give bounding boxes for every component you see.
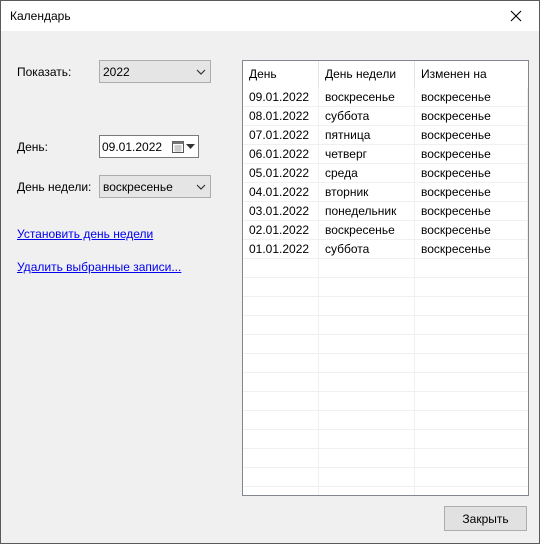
chevron-down-icon — [196, 69, 206, 75]
window-close-button[interactable] — [493, 1, 539, 31]
table-row[interactable]: 02.01.2022 воскресенье воскресенье — [243, 221, 528, 240]
cell-weekday: среда — [319, 164, 415, 183]
grid-line — [243, 448, 528, 449]
cell-day: 06.01.2022 — [243, 145, 319, 164]
cell-changed-to: воскресенье — [415, 221, 528, 240]
calendar-list-view[interactable]: День День недели Изменен на 09.01.2022 в… — [242, 60, 529, 496]
table-row[interactable]: 04.01.2022 вторник воскресенье — [243, 183, 528, 202]
grid-line — [243, 277, 528, 278]
show-label: Показать: — [17, 65, 72, 79]
cell-changed-to: воскресенье — [415, 164, 528, 183]
cell-changed-to: воскресенье — [415, 126, 528, 145]
chevron-down-icon — [196, 184, 206, 190]
list-header: День День недели Изменен на — [243, 61, 528, 88]
cell-changed-to: воскресенье — [415, 240, 528, 259]
cell-changed-to: воскресенье — [415, 183, 528, 202]
show-year-value: 2022 — [103, 65, 130, 79]
table-row[interactable]: 07.01.2022 пятница воскресенье — [243, 126, 528, 145]
grid-line — [243, 372, 528, 373]
cell-day: 09.01.2022 — [243, 88, 319, 107]
close-button[interactable]: Закрыть — [444, 506, 527, 531]
grid-line — [243, 296, 528, 297]
cell-day: 02.01.2022 — [243, 221, 319, 240]
table-row[interactable]: 06.01.2022 четверг воскресенье — [243, 145, 528, 164]
cell-day: 08.01.2022 — [243, 107, 319, 126]
cell-day: 03.01.2022 — [243, 202, 319, 221]
cell-weekday: суббота — [319, 107, 415, 126]
grid-line — [243, 334, 528, 335]
calendar-icon[interactable] — [172, 140, 184, 153]
set-weekday-link[interactable]: Установить день недели — [17, 227, 153, 241]
grid-line — [243, 429, 528, 430]
window-title: Календарь — [10, 9, 71, 23]
cell-weekday: воскресенье — [319, 88, 415, 107]
close-icon — [510, 10, 522, 22]
grid-line — [243, 486, 528, 487]
show-year-combo[interactable]: 2022 — [99, 60, 211, 83]
day-date-picker[interactable]: 09.01.2022 — [99, 135, 199, 158]
column-header-day[interactable]: День — [243, 61, 319, 88]
column-header-weekday[interactable]: День недели — [319, 61, 415, 88]
cell-day: 04.01.2022 — [243, 183, 319, 202]
table-row[interactable]: 05.01.2022 среда воскресенье — [243, 164, 528, 183]
cell-day: 05.01.2022 — [243, 164, 319, 183]
table-row[interactable]: 03.01.2022 понедельник воскресенье — [243, 202, 528, 221]
column-header-changed-to[interactable]: Изменен на — [415, 61, 528, 88]
weekday-label: День недели: — [17, 180, 92, 194]
grid-line — [243, 353, 528, 354]
grid-line — [243, 391, 528, 392]
grid-line — [243, 315, 528, 316]
chevron-down-icon[interactable] — [186, 144, 195, 150]
table-row[interactable]: 01.01.2022 суббота воскресенье — [243, 240, 528, 259]
cell-weekday: понедельник — [319, 202, 415, 221]
cell-changed-to: воскресенье — [415, 107, 528, 126]
grid-line — [243, 467, 528, 468]
cell-changed-to: воскресенье — [415, 145, 528, 164]
weekday-combo[interactable]: воскресенье — [99, 175, 211, 198]
calendar-dialog: Календарь Показать: 2022 День: 09.01.202… — [0, 0, 540, 544]
weekday-value: воскресенье — [103, 180, 173, 194]
cell-weekday: четверг — [319, 145, 415, 164]
cell-day: 07.01.2022 — [243, 126, 319, 145]
cell-changed-to: воскресенье — [415, 202, 528, 221]
day-date-value: 09.01.2022 — [102, 140, 163, 154]
table-row[interactable]: 08.01.2022 суббота воскресенье — [243, 107, 528, 126]
table-row[interactable]: 09.01.2022 воскресенье воскресенье — [243, 88, 528, 107]
cell-changed-to: воскресенье — [415, 88, 528, 107]
cell-weekday: суббота — [319, 240, 415, 259]
cell-weekday: пятница — [319, 126, 415, 145]
delete-selected-link[interactable]: Удалить выбранные записи... — [17, 260, 181, 274]
title-bar: Календарь — [1, 1, 539, 31]
day-label: День: — [17, 140, 49, 154]
cell-day: 01.01.2022 — [243, 240, 319, 259]
cell-weekday: вторник — [319, 183, 415, 202]
grid-line — [243, 410, 528, 411]
cell-weekday: воскресенье — [319, 221, 415, 240]
